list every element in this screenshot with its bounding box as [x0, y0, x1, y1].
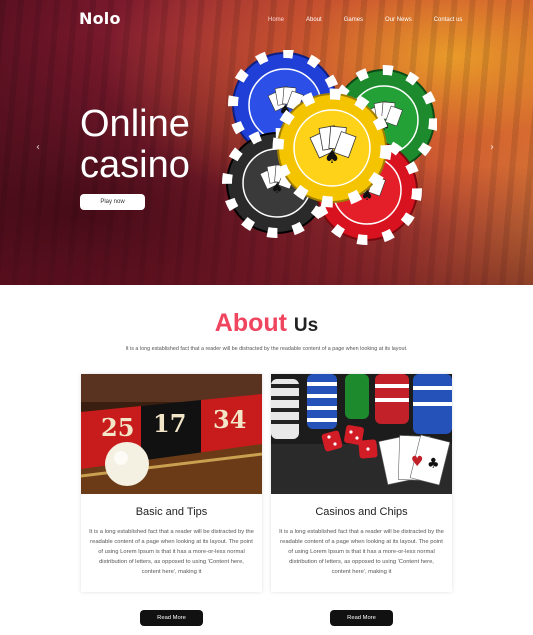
svg-text:♣: ♣: [427, 456, 440, 472]
about-heading-highlight: About: [214, 309, 287, 337]
card-title: Casinos and Chips: [315, 506, 408, 518]
svg-text:17: 17: [153, 409, 186, 438]
nav-item-contact-us[interactable]: Contact us: [434, 17, 463, 23]
nav-item-about[interactable]: About: [306, 17, 322, 23]
nav-item-home[interactable]: Home: [268, 17, 284, 23]
chevron-left-icon[interactable]: ‹: [36, 142, 40, 153]
about-section: About Us It is a long established fact t…: [0, 285, 533, 635]
main-menu: Home About Games Our News Contact us: [268, 17, 484, 23]
site-logo[interactable]: Nolo: [79, 9, 121, 28]
card-title: Basic and Tips: [135, 506, 208, 518]
about-heading-rest: Us: [293, 315, 319, 336]
card-casinos-and-chips: ♥ ♣ Casinos and Chips It is a long estab…: [271, 374, 452, 592]
casino-chips-illustration: ♠: [222, 50, 437, 245]
chevron-right-icon[interactable]: ›: [490, 142, 494, 153]
about-heading: About Us: [0, 309, 533, 338]
roulette-wheel-image: 25 17 34: [81, 374, 262, 494]
card-text: It is a long established fact that a rea…: [279, 529, 444, 575]
nav-item-our-news[interactable]: Our News: [385, 17, 412, 23]
read-more-button-basic-and-tips[interactable]: Read More: [140, 610, 203, 626]
svg-text:♥: ♥: [411, 454, 424, 470]
svg-text:34: 34: [213, 405, 246, 434]
chips-dice-cards-image: ♥ ♣: [271, 374, 452, 494]
top-navigation: Nolo Home About Games Our News Contact u…: [0, 0, 533, 40]
about-subtitle: It is a long established fact that a rea…: [125, 346, 408, 352]
play-now-button[interactable]: Play now: [80, 194, 145, 210]
yellow-chip: [272, 88, 392, 208]
svg-text:25: 25: [101, 413, 134, 442]
read-more-button-casinos-and-chips[interactable]: Read More: [330, 610, 393, 626]
card-basic-and-tips: 25 17 34 Basic and Tips It is a long est…: [81, 374, 262, 592]
card-text: It is a long established fact that a rea…: [89, 529, 254, 575]
nav-item-games[interactable]: Games: [344, 17, 363, 23]
hero-banner: Nolo Home About Games Our News Contact u…: [0, 0, 533, 285]
